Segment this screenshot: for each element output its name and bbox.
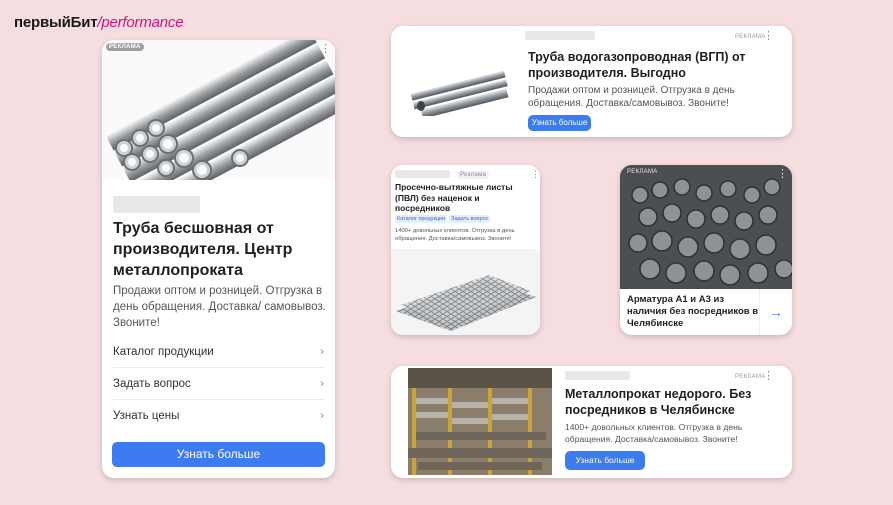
learn-more-button[interactable]: Узнать больше	[565, 451, 645, 470]
logo-part-3: /performance	[97, 14, 184, 31]
ad-description: 1400+ довольных клиентов. Отгрузка в ден…	[565, 422, 743, 444]
learn-more-button[interactable]: Узнать больше	[112, 442, 325, 467]
ad-card-rebar[interactable]: РЕКЛАМА ⋮ Арматура А1 и А3 из наличия бе…	[620, 165, 792, 335]
ad-card-seamless-pipe[interactable]: РЕКЛАМА ⋮ Труба бесшовная от производите…	[102, 40, 335, 478]
sitelink-question[interactable]: Задать вопрос	[449, 215, 491, 223]
sitelink-label: Каталог продукции	[113, 346, 214, 358]
rebar-image	[620, 165, 792, 289]
warehouse-image	[408, 368, 552, 475]
domain-placeholder	[395, 170, 450, 178]
brand-logo: первыйБит/performance	[14, 14, 184, 31]
ad-title[interactable]: Просечно-вытяжные листы (ПВЛ) без нацено…	[395, 182, 535, 214]
sitelinks: Каталог продукции Задать вопрос	[395, 215, 492, 223]
chevron-right-icon: ›	[320, 378, 324, 390]
ad-label: РЕКЛАМА	[106, 43, 144, 51]
learn-more-button[interactable]: Узнать больше	[528, 115, 591, 131]
more-vert-icon[interactable]: ⋮	[763, 31, 774, 42]
domain-placeholder	[525, 31, 595, 40]
arrow-right-icon[interactable]: →	[759, 289, 792, 335]
sitelink-question[interactable]: Задать вопрос ›	[113, 368, 324, 400]
mesh-sheets-image	[391, 249, 540, 335]
ad-title[interactable]: Труба бесшовная от производителя. Центр …	[113, 218, 328, 281]
ad-description: Продажи оптом и розницей. Отгрузка в ден…	[528, 85, 735, 109]
domain-placeholder	[113, 196, 200, 213]
ad-title[interactable]: Труба водогазопроводная (ВГП) от произво…	[528, 49, 778, 81]
logo-part-1: первый	[14, 14, 71, 31]
ad-card-pvl-sheets[interactable]: Реклама ⋮ Просечно-вытяжные листы (ПВЛ) …	[391, 165, 540, 335]
ad-label: Реклама	[457, 171, 490, 179]
more-vert-icon[interactable]: ⋮	[320, 44, 331, 55]
ad-title[interactable]: Арматура А1 и А3 из наличия без посредни…	[627, 294, 762, 330]
domain-placeholder	[565, 371, 630, 380]
ad-description: 1400+ довольных клиентов. Отгрузка в ден…	[395, 228, 515, 242]
ad-title[interactable]: Металлопрокат недорого. Без посредников …	[565, 386, 780, 418]
pipes-image	[102, 40, 335, 215]
ad-card-metal-products[interactable]: РЕКЛАМА ⋮ Металлопрокат недорого. Без по…	[391, 366, 792, 478]
pipes-image	[410, 70, 509, 116]
sitelink-label: Узнать цены	[113, 410, 180, 422]
sitelink-label: Задать вопрос	[113, 378, 191, 390]
more-vert-icon[interactable]: ⋮	[777, 169, 788, 180]
more-vert-icon[interactable]: ⋮	[763, 371, 774, 382]
ad-label: РЕКЛАМА	[627, 169, 658, 175]
more-vert-icon[interactable]: ⋮	[531, 169, 540, 180]
sitelink-catalog[interactable]: Каталог продукции ›	[113, 336, 324, 368]
logo-part-2: Бит	[70, 14, 98, 31]
sitelink-catalog[interactable]: Каталог продукции	[395, 215, 448, 223]
chevron-right-icon: ›	[320, 410, 324, 422]
chevron-right-icon: ›	[320, 346, 324, 358]
ad-description: Продажи оптом и розницей. Отгрузка в ден…	[113, 285, 326, 329]
sitelink-prices[interactable]: Узнать цены ›	[113, 400, 324, 432]
ad-card-vgp-pipe[interactable]: РЕКЛАМА ⋮ Труба водогазопроводная (ВГП) …	[391, 26, 792, 137]
